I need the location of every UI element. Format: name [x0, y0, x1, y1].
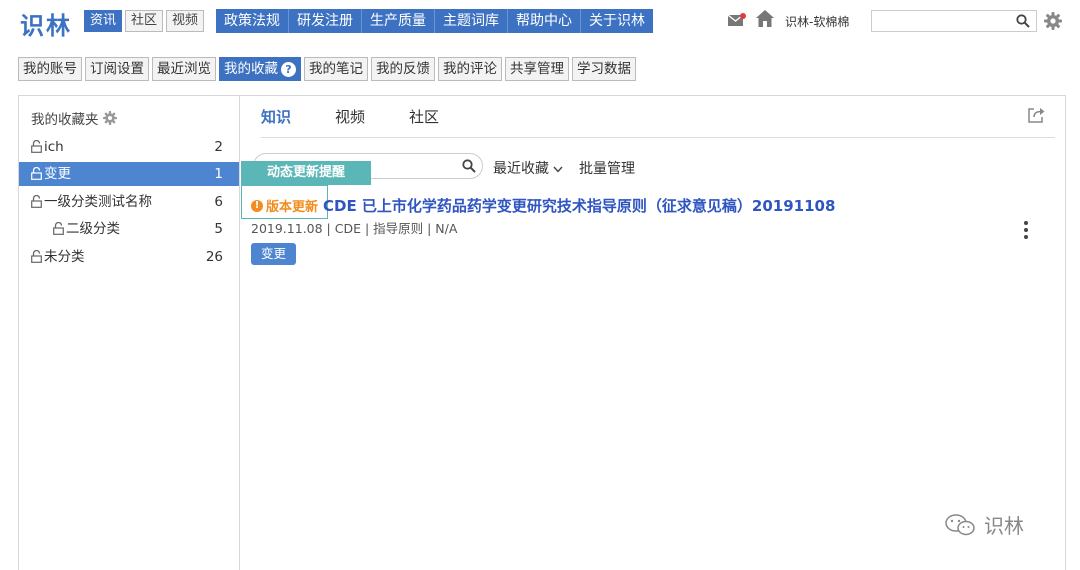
- sub-tab-label: 订阅设置: [90, 61, 144, 77]
- logo[interactable]: 识林: [20, 6, 72, 41]
- version-update-label: 版本更新: [266, 200, 319, 215]
- tabs-divider: [261, 137, 1055, 138]
- sub-tab-label: 我的账号: [23, 61, 77, 77]
- mail-icon[interactable]: [728, 13, 746, 26]
- sub-tab-subscription[interactable]: 订阅设置: [85, 57, 149, 81]
- update-reminder-tooltip: 动态更新提醒: [241, 161, 371, 185]
- folder-name: 变更: [44, 166, 71, 182]
- folder-count: 1: [214, 166, 223, 182]
- help-icon[interactable]: ?: [281, 61, 296, 77]
- tab-video[interactable]: 视频: [335, 106, 365, 127]
- channel-tabs: 资讯 社区 视频: [84, 10, 205, 32]
- search-icon[interactable]: [462, 159, 476, 173]
- folder-name: 未分类: [44, 249, 85, 265]
- watermark: 识林: [944, 510, 1024, 539]
- channel-tab-community[interactable]: 社区: [125, 10, 164, 32]
- sub-tab-label: 学习数据: [577, 61, 631, 77]
- sidebar-title: 我的收藏夹: [31, 112, 99, 128]
- batch-manage-button[interactable]: 批量管理: [579, 158, 635, 178]
- sub-tab-label: 我的收藏: [224, 61, 278, 77]
- share-icon[interactable]: [1027, 107, 1045, 123]
- favorite-item-tag[interactable]: 变更: [251, 243, 297, 265]
- sub-tab-label: 共享管理: [510, 61, 564, 77]
- sub-tab-comments[interactable]: 我的评论: [438, 57, 502, 81]
- channel-tab-news[interactable]: 资讯: [84, 10, 123, 32]
- sub-tab-label: 我的笔记: [309, 61, 363, 77]
- sort-dropdown[interactable]: 最近收藏: [493, 158, 563, 178]
- sub-tab-label: 我的评论: [443, 61, 497, 77]
- folder-item-level1[interactable]: 一级分类测试名称 6: [19, 190, 239, 214]
- gear-icon[interactable]: [102, 111, 117, 125]
- main-nav-policy[interactable]: 政策法规: [216, 9, 289, 33]
- sub-tab-learning-data[interactable]: 学习数据: [572, 57, 636, 81]
- main-nav-help[interactable]: 帮助中心: [508, 9, 581, 33]
- channel-tab-video[interactable]: 视频: [166, 10, 205, 32]
- folder-count: 6: [214, 194, 223, 210]
- favorite-item-title[interactable]: CDE 已上市化学药品药学变更研究技术指导原则（征求意见稿）20191108: [323, 195, 835, 216]
- folder-count: 2: [214, 139, 223, 155]
- unlock-icon: [53, 222, 64, 235]
- sub-tab-notes[interactable]: 我的笔记: [304, 57, 368, 81]
- main-nav-about[interactable]: 关于识林: [581, 9, 653, 33]
- header-search: [871, 10, 1037, 32]
- folder-item-ich[interactable]: ich 2: [19, 135, 239, 159]
- user-name[interactable]: 识林-软棉棉: [785, 13, 849, 30]
- chevron-down-icon: [553, 166, 563, 173]
- main-nav-thesaurus[interactable]: 主题词库: [435, 9, 508, 33]
- search-icon[interactable]: [1016, 14, 1030, 28]
- folder-sidebar: 我的收藏夹 ich 2 变更 1 一级分类测试名称 6 二级分类 5 未分类 2…: [19, 96, 240, 570]
- folder-name: ich: [44, 139, 64, 155]
- unlock-icon: [31, 195, 42, 208]
- unlock-icon: [31, 167, 42, 180]
- folder-item-change[interactable]: 变更 1: [19, 162, 239, 186]
- folder-name: 二级分类: [66, 221, 120, 237]
- content-tabs: 知识 视频 社区: [261, 106, 439, 127]
- sidebar-header: 我的收藏夹: [31, 108, 117, 128]
- favorites-content: 知识 视频 社区 最近收藏 批量管理 动态更新提醒 ! 版本更新 CDE 已上市: [241, 96, 1065, 570]
- folder-name: 一级分类测试名称: [44, 194, 152, 210]
- watermark-text: 识林: [984, 514, 1024, 538]
- home-icon[interactable]: [756, 10, 774, 27]
- main-nav: 政策法规 研发注册 生产质量 主题词库 帮助中心 关于识林: [216, 9, 653, 33]
- sub-tab-label: 我的反馈: [376, 61, 430, 77]
- folder-item-uncategorized[interactable]: 未分类 26: [19, 245, 239, 269]
- sub-tab-favorites[interactable]: 我的收藏 ?: [219, 57, 301, 81]
- favorite-item-meta: 2019.11.08 | CDE | 指导原则 | N/A: [251, 221, 458, 236]
- gear-icon[interactable]: [1044, 12, 1062, 30]
- wechat-icon: [945, 513, 975, 535]
- unlock-icon: [31, 140, 42, 153]
- sub-tab-feedback[interactable]: 我的反馈: [371, 57, 435, 81]
- sub-tab-account[interactable]: 我的账号: [18, 57, 82, 81]
- folder-item-level2[interactable]: 二级分类 5: [19, 217, 239, 241]
- version-update-badge: ! 版本更新: [251, 196, 318, 215]
- sort-label: 最近收藏: [493, 161, 549, 177]
- header-search-input[interactable]: [872, 11, 1008, 31]
- main-nav-quality[interactable]: 生产质量: [362, 9, 435, 33]
- more-vertical-icon[interactable]: [1023, 220, 1029, 240]
- unlock-icon: [31, 250, 42, 263]
- favorites-panel: 我的收藏夹 ich 2 变更 1 一级分类测试名称 6 二级分类 5 未分类 2…: [18, 95, 1066, 570]
- tab-knowledge[interactable]: 知识: [261, 106, 291, 127]
- folder-count: 5: [214, 221, 223, 237]
- sub-tab-recent[interactable]: 最近浏览: [152, 57, 216, 81]
- main-nav-rnd[interactable]: 研发注册: [289, 9, 362, 33]
- folder-count: 26: [205, 249, 223, 265]
- sub-tab-label: 最近浏览: [157, 61, 211, 77]
- account-sub-nav: 我的账号 订阅设置 最近浏览 我的收藏 ? 我的笔记 我的反馈 我的评论 共享管…: [18, 57, 636, 81]
- alert-icon: !: [251, 199, 263, 212]
- tab-community[interactable]: 社区: [409, 106, 439, 127]
- sub-tab-sharing[interactable]: 共享管理: [505, 57, 569, 81]
